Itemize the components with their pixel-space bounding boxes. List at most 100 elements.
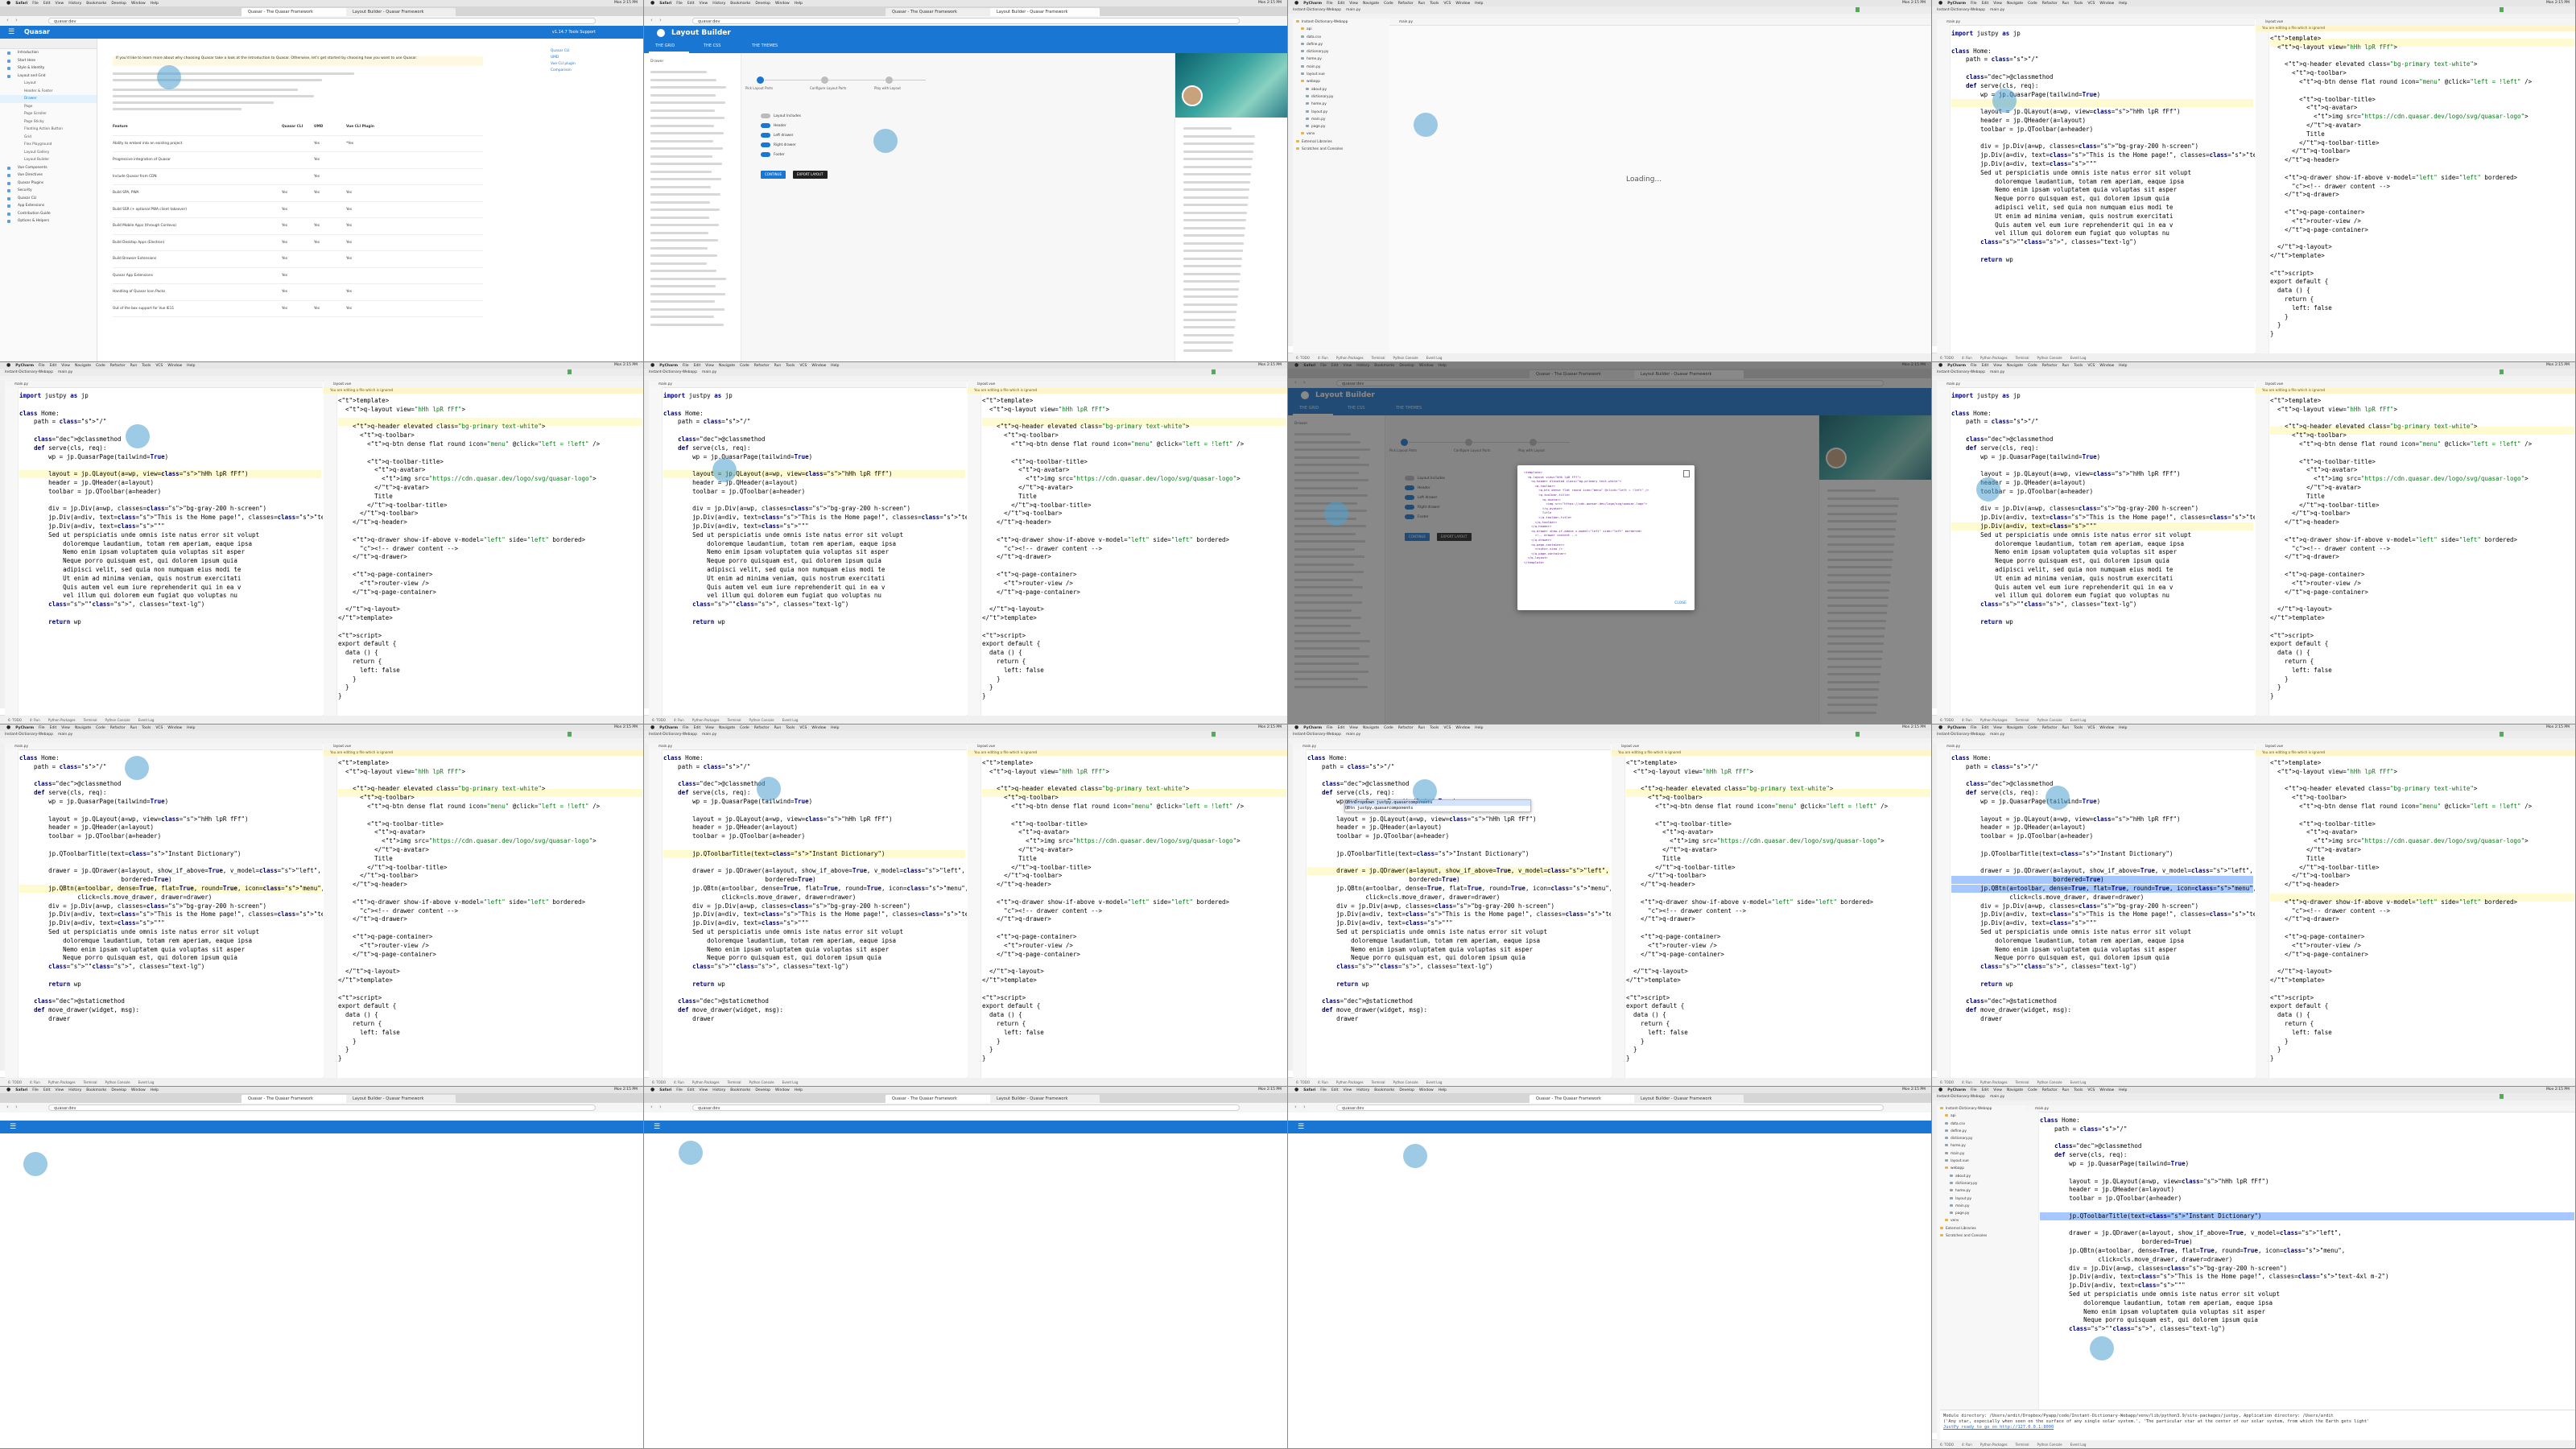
sidebar-subitem[interactable]: Layout Gallery [0, 149, 97, 157]
tree-item[interactable]: data.csv [1293, 34, 1389, 41]
python-editor[interactable]: main.py import justpy as jp class Home: p… [1937, 381, 2255, 716]
run-icon[interactable] [2500, 1094, 2504, 1099]
vue-editor[interactable]: layout.vue You are editing a file which i… [1612, 743, 1932, 1078]
menu-item[interactable]: File [683, 364, 689, 368]
tree-item[interactable]: External Libraries [1937, 1225, 2025, 1232]
menu-item[interactable]: Tools [2074, 2, 2083, 6]
tool-window-button[interactable]: Event Log [2070, 356, 2087, 360]
tree-item[interactable]: Scratches and Consoles [1937, 1232, 2025, 1240]
menu-item[interactable]: Navigate [75, 726, 91, 730]
apple-icon[interactable]: ● [6, 1087, 10, 1092]
python-editor[interactable]: main.py import justpy as jp class Home: p… [649, 381, 967, 716]
menu-item[interactable]: PyCharm [15, 364, 34, 368]
sidebar-item[interactable]: Vue Components [0, 164, 97, 172]
menu-item[interactable]: History [68, 2, 81, 6]
python-editor[interactable]: main.py import justpy as jp class Home: p… [5, 381, 323, 716]
menu-item[interactable]: Help [1439, 1088, 1447, 1092]
python-editor[interactable]: main.py import justpy as jp class Home: p… [1937, 19, 2255, 353]
tree-item[interactable]: dictionary.py [1937, 1135, 2025, 1142]
back-forward-icon[interactable]: ‹ › [650, 17, 664, 23]
menu-item[interactable]: Edit [1982, 1088, 1989, 1092]
tool-window-button[interactable]: Terminal [2016, 356, 2029, 360]
menu-item[interactable]: Window [2099, 2, 2114, 6]
address-field[interactable]: quasar.dev [692, 18, 1240, 24]
tool-window-button[interactable]: 4: Run [1318, 356, 1328, 360]
menu-item[interactable]: View [1993, 726, 2002, 730]
menu-item[interactable]: View [1993, 2, 2002, 6]
tree-item[interactable]: home.py [1293, 56, 1389, 63]
menu-item[interactable]: Window [2099, 364, 2114, 368]
menu-item[interactable]: Help [2119, 2, 2127, 6]
tree-item[interactable]: main.py [1937, 1203, 2025, 1210]
step-icon[interactable] [757, 76, 764, 84]
tool-window-button[interactable]: 6: TODO [1296, 356, 1310, 360]
menu-item[interactable]: File [32, 2, 39, 6]
run-icon[interactable] [2500, 732, 2504, 737]
menu-item[interactable]: Window [131, 1088, 146, 1092]
menu-item[interactable]: Run [130, 364, 138, 368]
code-area[interactable]: <"t">template> <"t">q-layout view="hHh l… [2270, 759, 2574, 1063]
menu-item[interactable]: Window [811, 726, 826, 730]
menu-item[interactable]: View [1349, 726, 1358, 730]
menu-item[interactable]: VCS [2087, 364, 2095, 368]
menu-item[interactable]: Code [1384, 2, 1393, 6]
run-icon[interactable] [1212, 369, 1216, 374]
vue-editor[interactable]: layout.vue You are editing a file which i… [324, 743, 644, 1078]
code-area[interactable]: <"t">template> <"t">q-layout view="hHh l… [982, 759, 1286, 1063]
sidebar-item[interactable]: Introduction [0, 49, 97, 57]
menu-item[interactable]: Help [1475, 2, 1483, 6]
tree-item[interactable]: webapp [1293, 78, 1389, 85]
apple-icon[interactable]: ● [650, 362, 654, 368]
step-icon[interactable] [886, 76, 893, 84]
browser-tab[interactable]: Quasar - The Quasar Framework [242, 1095, 351, 1103]
menu-item[interactable]: Help [795, 2, 803, 6]
menu-item[interactable]: Help [187, 726, 195, 730]
code-area[interactable]: import justpy as jp class Home: path = c… [1951, 30, 2255, 265]
toc-link[interactable]: Comparison [551, 68, 639, 74]
builder-tab[interactable]: THE CSS [704, 43, 720, 48]
menu-item[interactable]: View [1349, 2, 1358, 6]
menu-item[interactable]: Run [1418, 726, 1426, 730]
menu-item[interactable]: File [1971, 2, 1977, 6]
menu-item[interactable]: Edit [50, 726, 57, 730]
menu-item[interactable]: Edit [1338, 2, 1345, 6]
menu-item[interactable]: Refactor [110, 364, 126, 368]
menu-item[interactable]: File [1327, 726, 1333, 730]
run-icon[interactable] [568, 732, 572, 737]
sidebar-item[interactable]: App Extensions [0, 202, 97, 210]
menu-item[interactable]: Run [130, 726, 138, 730]
back-forward-icon[interactable]: ‹ › [650, 1104, 664, 1110]
python-editor[interactable]: main.py class Home: path = class="s">"/" … [5, 743, 323, 1078]
tree-item[interactable]: venv [1937, 1217, 2025, 1224]
tool-window-button[interactable]: Event Log [2070, 1443, 2087, 1447]
menu-item[interactable]: Window [811, 364, 826, 368]
tool-window-button[interactable]: 4: Run [1318, 1080, 1328, 1084]
address-field[interactable]: quasar.dev [48, 1104, 596, 1111]
menu-item[interactable]: Run [2062, 726, 2070, 730]
layout-part-toggle[interactable]: Layout Includes [761, 113, 801, 120]
menu-item[interactable]: Code [2028, 2, 2037, 6]
sidebar-subitem[interactable]: Layout Builder [0, 156, 97, 164]
tree-item[interactable]: layout.vue [1293, 71, 1389, 78]
tree-item[interactable]: webapp [1937, 1165, 2025, 1172]
apple-icon[interactable]: ● [6, 0, 10, 6]
browser-tab[interactable]: Quasar - The Quasar Framework [1530, 1095, 1639, 1103]
menu-item[interactable]: File [1971, 364, 1977, 368]
apple-icon[interactable]: ● [1938, 1087, 1942, 1092]
editor-tab[interactable]: main.py [5, 743, 323, 750]
menu-item[interactable]: View [56, 2, 64, 6]
sidebar-subitem[interactable]: Floating Action Button [0, 126, 97, 134]
menu-item[interactable]: Refactor [2042, 726, 2058, 730]
tool-window-button[interactable]: 6: TODO [652, 718, 666, 722]
tool-window-button[interactable]: Python Packages [692, 718, 720, 722]
sidebar-item[interactable]: Style & Identity [0, 64, 97, 72]
menu-item[interactable]: Bookmarks [1374, 1088, 1394, 1092]
menu-item[interactable]: Navigate [2007, 1088, 2023, 1092]
menu-item[interactable]: Safari [659, 2, 671, 6]
menu-item[interactable]: Edit [694, 364, 701, 368]
back-forward-icon[interactable]: ‹ › [1294, 1104, 1308, 1110]
menu-item[interactable]: Safari [1303, 1088, 1315, 1092]
menu-item[interactable]: View [61, 726, 70, 730]
builder-tab[interactable]: THE GRID [655, 43, 675, 48]
run-icon[interactable] [1856, 7, 1860, 12]
